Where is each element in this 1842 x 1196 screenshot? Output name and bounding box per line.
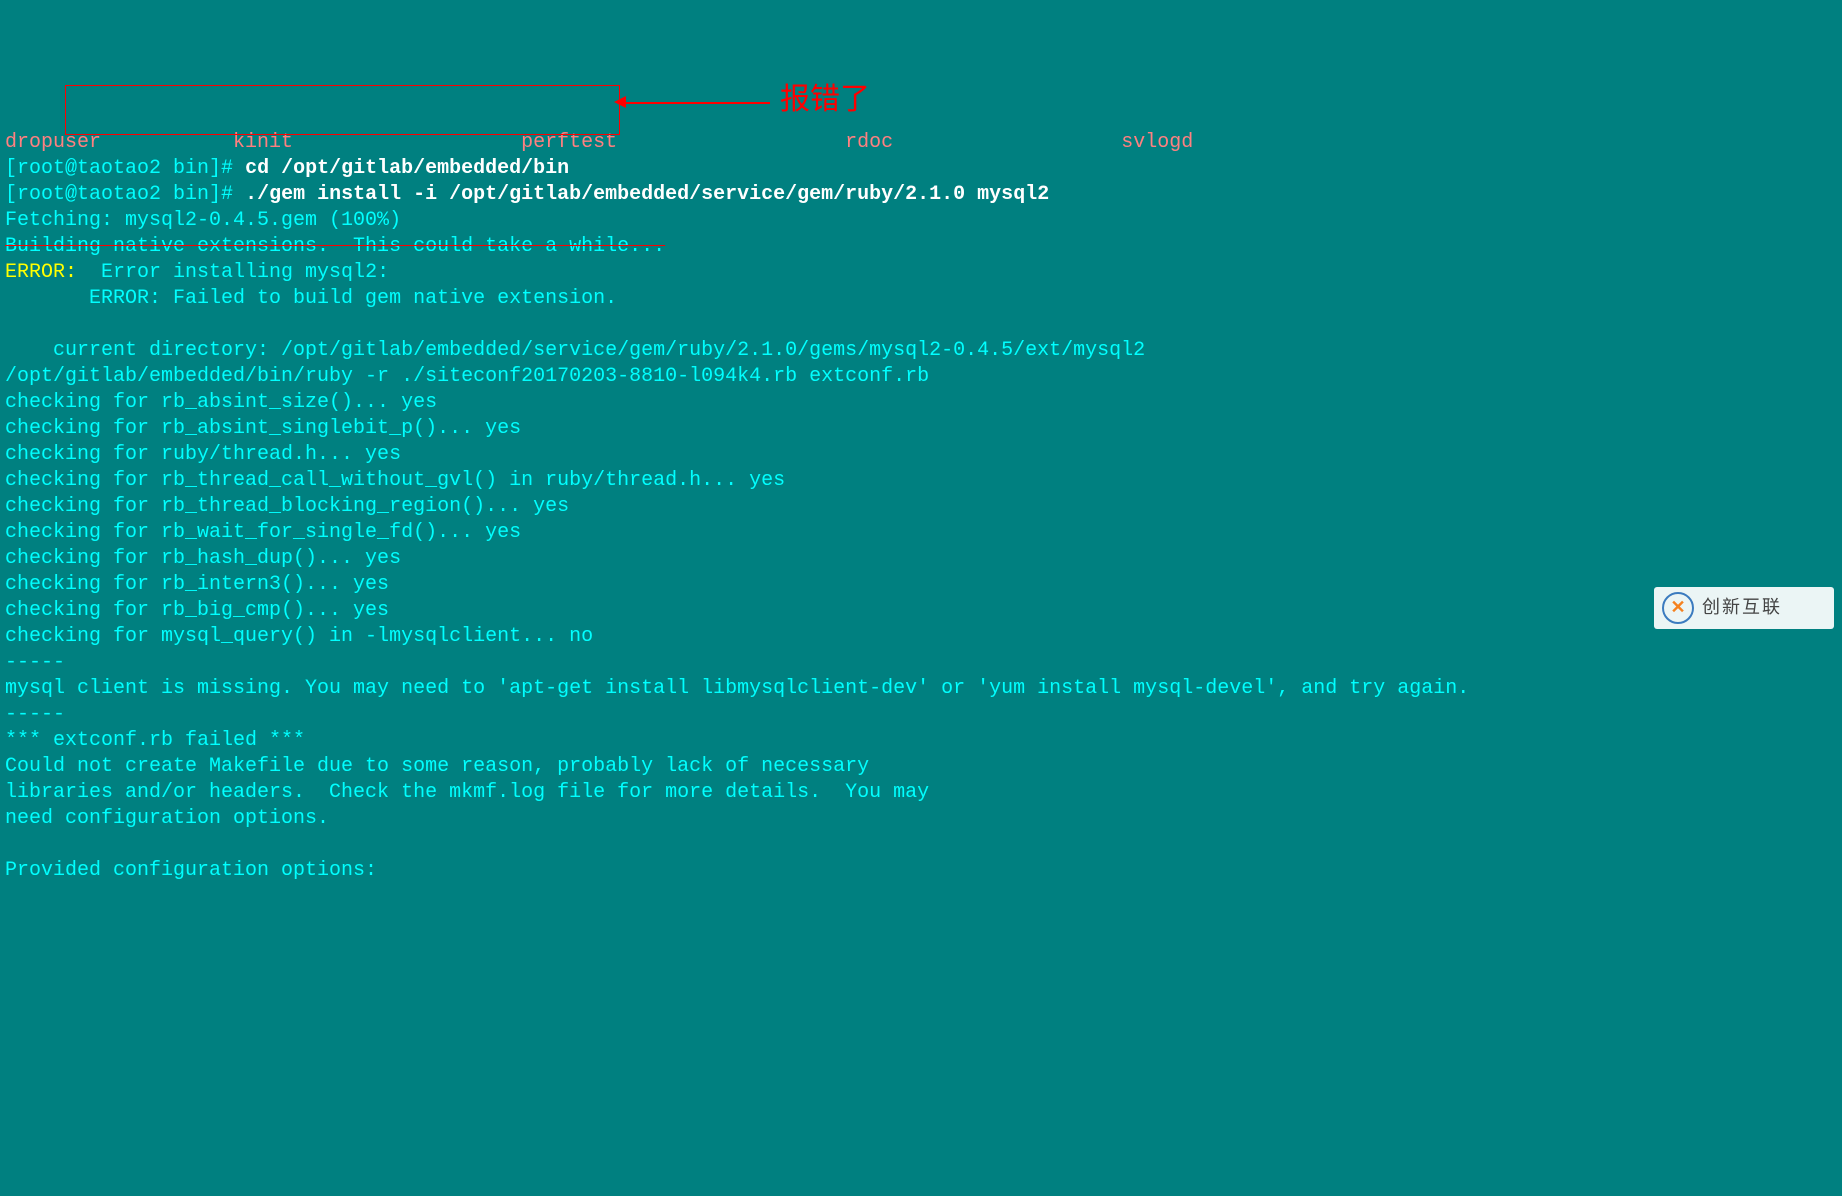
terminal-output[interactable]: dropuser kinit perftest rdoc svlogd [roo… <box>0 104 1842 884</box>
fetching-line: Fetching: mysql2-0.4.5.gem (100%) <box>5 209 401 232</box>
error-msg-1: Error installing mysql2: <box>77 261 389 284</box>
watermark-logo-icon: ✕ <box>1662 592 1694 624</box>
check-3: checking for ruby/thread.h... yes <box>5 443 401 466</box>
check-6: checking for rb_wait_for_single_fd()... … <box>5 521 521 544</box>
annotation-arrow-head-icon <box>614 96 626 108</box>
building-line: Building native extensions. This could t… <box>5 235 665 258</box>
blank-line <box>5 313 17 336</box>
check-2: checking for rb_absint_singlebit_p()... … <box>5 417 521 440</box>
provided-options: Provided configuration options: <box>5 859 377 882</box>
check-1: checking for rb_absint_size()... yes <box>5 391 437 414</box>
cmd-1: cd /opt/gitlab/embedded/bin <box>245 157 569 180</box>
check-5: checking for rb_thread_blocking_region()… <box>5 495 569 518</box>
check-4: checking for rb_thread_call_without_gvl(… <box>5 469 785 492</box>
annotation-arrow-line <box>620 102 770 104</box>
blank-line-2 <box>5 833 17 856</box>
dashes-2: ----- <box>5 703 65 726</box>
top-item-2: kinit <box>233 131 293 154</box>
check-8: checking for rb_intern3()... yes <box>5 573 389 596</box>
watermark-text: 创新互联 <box>1702 596 1782 619</box>
top-item-5: svlogd <box>1121 131 1193 154</box>
makefile-3: need configuration options. <box>5 807 329 830</box>
annotation-label-cn: 报错了 <box>780 80 870 119</box>
cmd-2: ./gem install -i /opt/gitlab/embedded/se… <box>245 183 1049 206</box>
makefile-2: libraries and/or headers. Check the mkmf… <box>5 781 929 804</box>
error-msg-2: ERROR: Failed to build gem native extens… <box>5 287 617 310</box>
check-10: checking for mysql_query() in -lmysqlcli… <box>5 625 593 648</box>
prompt-1: [root@taotao2 bin]# <box>5 157 233 180</box>
dashes-1: ----- <box>5 651 65 674</box>
top-item-3: perftest <box>521 131 617 154</box>
check-7: checking for rb_hash_dup()... yes <box>5 547 401 570</box>
makefile-1: Could not create Makefile due to some re… <box>5 755 869 778</box>
ruby-cmd: /opt/gitlab/embedded/bin/ruby -r ./sitec… <box>5 365 929 388</box>
error-label: ERROR: <box>5 261 77 284</box>
extconf-failed: *** extconf.rb failed *** <box>5 729 305 752</box>
check-9: checking for rb_big_cmp()... yes <box>5 599 389 622</box>
top-item-4: rdoc <box>845 131 893 154</box>
prompt-2: [root@taotao2 bin]# <box>5 183 233 206</box>
current-dir: current directory: /opt/gitlab/embedded/… <box>5 339 1145 362</box>
missing-line: mysql client is missing. You may need to… <box>5 677 1469 700</box>
watermark: ✕ 创新互联 <box>1654 587 1834 629</box>
top-item-1: dropuser <box>5 131 101 154</box>
